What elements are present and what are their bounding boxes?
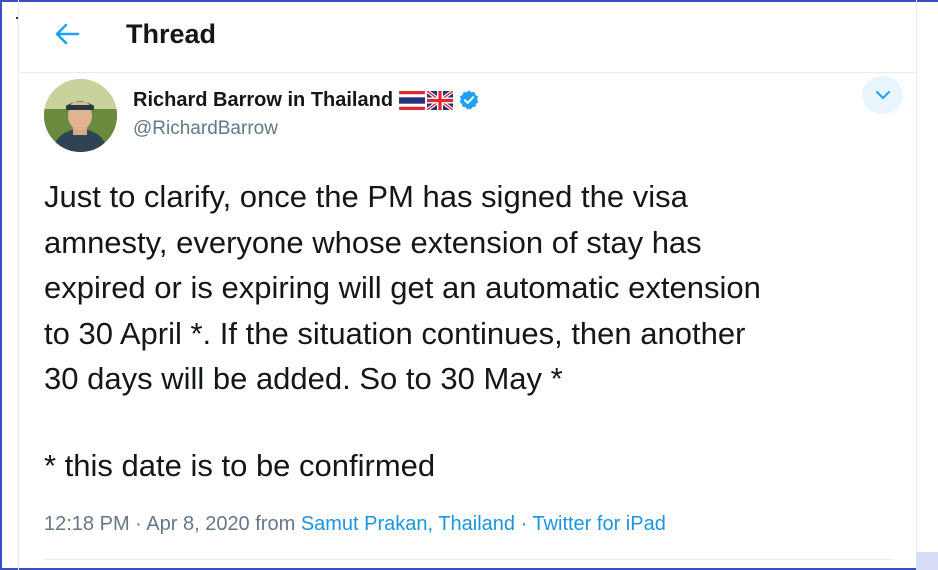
meta-separator: ·: [515, 513, 533, 535]
tweet-divider: [44, 559, 894, 560]
corner-overlay: [916, 552, 938, 570]
tweet-text-line: amnesty, everyone whose extension of sta…: [44, 224, 702, 260]
back-button[interactable]: [49, 16, 85, 52]
author-name-row[interactable]: Richard Barrow in Thailand: [133, 87, 480, 113]
tweet-meta: 12:18 PM · Apr 8, 2020 from Samut Prakan…: [44, 510, 666, 538]
column-border-left: [18, 0, 19, 570]
verified-badge-icon: [459, 90, 479, 110]
from-label: from: [249, 513, 301, 535]
tweet-text-line: 30 days will be added. So to 30 May *: [44, 361, 563, 396]
tweet-text: Just to clarify, once the PM has signed …: [44, 174, 894, 402]
tweet-text-line: Just to clarify, once the PM has signed …: [44, 179, 688, 214]
author-name[interactable]: Richard Barrow in Thailand: [133, 87, 393, 113]
chevron-down-icon: [875, 91, 890, 99]
source-link[interactable]: Twitter for iPad: [532, 513, 665, 535]
uk-flag-icon: [427, 90, 454, 110]
page-title: Thread: [126, 19, 217, 49]
tweet-text-line: to 30 April *. If the situation continue…: [44, 315, 746, 351]
arrow-left-icon: [55, 23, 80, 45]
avatar[interactable]: [44, 79, 117, 152]
tweet-footnote: * this date is to be confirmed: [44, 448, 436, 483]
tweet-menu-button[interactable]: [862, 76, 903, 114]
tweet-timestamp[interactable]: 12:18 PM · Apr 8, 2020: [44, 513, 250, 535]
column-border-right: [916, 0, 917, 570]
flags: [399, 90, 454, 110]
tweet-text-line: expired or is expiring will get an autom…: [44, 270, 761, 305]
corner-dot: [16, 17, 18, 19]
location-link[interactable]: Samut Prakan, Thailand: [301, 513, 515, 535]
header-divider: [19, 72, 916, 73]
author-handle[interactable]: @RichardBarrow: [133, 116, 278, 142]
thread-header: Thread: [19, 0, 916, 72]
thailand-flag-icon: [399, 90, 426, 110]
